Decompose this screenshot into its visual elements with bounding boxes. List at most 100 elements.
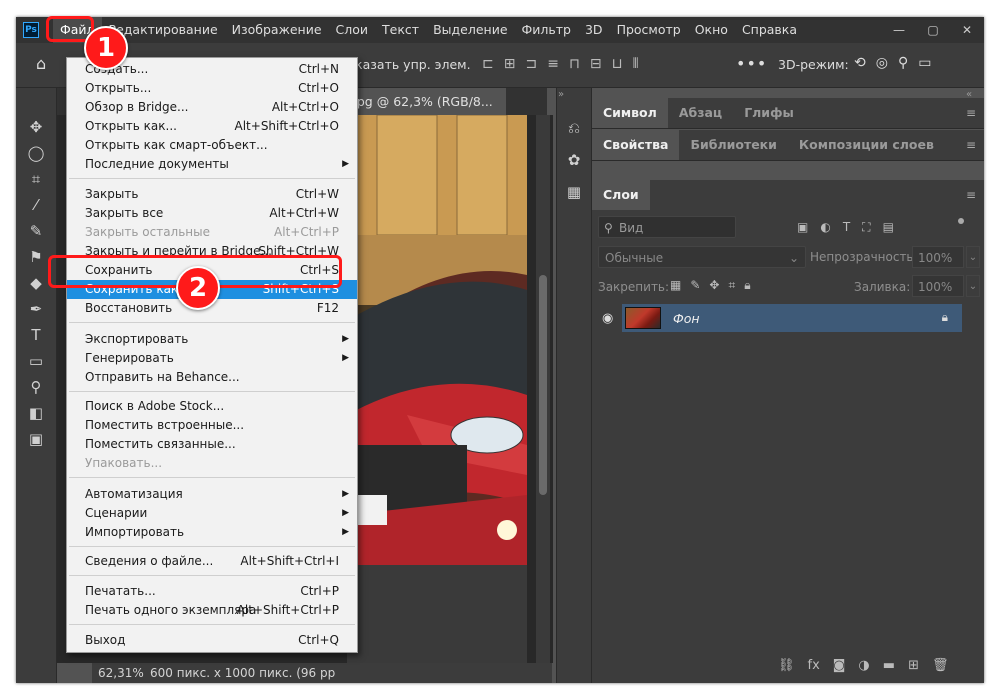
link-layers-icon[interactable]: ⛓: [778, 658, 795, 673]
pen-tool-icon[interactable]: ✒: [16, 296, 56, 322]
lasso-tool-icon[interactable]: ◯: [16, 140, 56, 166]
menu-item-print-one-copy[interactable]: Печать одного экземпляра Alt+Shift+Ctrl+P: [67, 601, 357, 620]
color-palette-icon[interactable]: ✿: [557, 144, 591, 176]
close-icon[interactable]: ✕: [950, 17, 984, 43]
quick-mask-icon[interactable]: ▣: [16, 426, 56, 452]
align-top-icon[interactable]: ⊓: [569, 56, 580, 72]
menu-item-import[interactable]: Импортировать ▶: [67, 523, 357, 542]
new-group-icon[interactable]: ▬: [883, 658, 895, 673]
menu-item-print[interactable]: Печатать... Ctrl+P: [67, 582, 357, 601]
menu-item-share-behance[interactable]: Отправить на Behance...: [67, 368, 357, 387]
move-tool-icon[interactable]: ✥: [16, 114, 56, 140]
menu-item-exit[interactable]: Выход Ctrl+Q: [67, 631, 357, 650]
delete-layer-icon[interactable]: 🗑︎: [932, 658, 949, 673]
menu-item-scripts[interactable]: Сценарии ▶: [67, 504, 357, 523]
menu-item-open-smart-object[interactable]: Открыть как смарт-объект...: [67, 136, 357, 155]
visibility-eye-icon[interactable]: ◉: [602, 311, 613, 326]
fill-field[interactable]: 100%: [912, 275, 964, 297]
menu-item-open-as[interactable]: Открыть как... Alt+Shift+Ctrl+O: [67, 117, 357, 136]
tab-libraries[interactable]: Библиотеки: [679, 130, 787, 160]
menu-item-recent[interactable]: Последние документы ▶: [67, 155, 357, 174]
zoom-tool-icon[interactable]: ⚲: [16, 374, 56, 400]
distribute-vertical-icon[interactable]: ⦀: [633, 56, 639, 72]
menu-item-place-linked[interactable]: Поместить связанные...: [67, 435, 357, 454]
more-options-icon[interactable]: •••: [736, 54, 767, 73]
distribute-icon[interactable]: ≡: [547, 56, 559, 72]
align-center-icon[interactable]: ⊞: [504, 56, 516, 72]
menu-item-place-embedded[interactable]: Поместить встроенные...: [67, 416, 357, 435]
panel-menu-icon[interactable]: ≡: [966, 138, 976, 152]
menu-view[interactable]: Просмотр: [610, 17, 688, 43]
align-right-icon[interactable]: ⊐: [525, 56, 537, 72]
minimize-icon[interactable]: —: [882, 17, 916, 43]
align-middle-icon[interactable]: ⊟: [590, 56, 602, 72]
menu-3d[interactable]: 3D: [578, 17, 610, 43]
add-mask-icon[interactable]: ◙: [833, 658, 846, 673]
menu-filter[interactable]: Фильтр: [515, 17, 578, 43]
lock-position-icon[interactable]: ✥: [709, 278, 719, 293]
panel-menu-icon[interactable]: ≡: [966, 188, 976, 202]
filter-smart-icon[interactable]: ▤: [883, 220, 894, 235]
menu-item-open[interactable]: Открыть... Ctrl+O: [67, 79, 357, 98]
opacity-field[interactable]: 100%: [912, 246, 964, 268]
filter-adjustment-icon[interactable]: ◐: [820, 220, 830, 235]
lock-all-icon[interactable]: 🔒︎: [744, 278, 750, 293]
collapse-right-panels-icon[interactable]: «: [966, 89, 972, 100]
lock-pixels-icon[interactable]: ✎: [690, 278, 700, 293]
crop-tool-icon[interactable]: ⌗: [16, 166, 56, 192]
layer-row[interactable]: Фон 🔒︎: [622, 304, 962, 332]
eyedropper-tool-icon[interactable]: ⁄: [16, 192, 56, 218]
tab-paragraph[interactable]: Абзац: [668, 98, 733, 128]
orbit-3d-icon[interactable]: ⟲: [854, 55, 866, 71]
tab-layers[interactable]: Слои: [592, 180, 650, 210]
document-tab[interactable]: o.jpg @ 62,3% (RGB/8...: [338, 88, 506, 115]
roll-3d-icon[interactable]: ◎: [876, 55, 888, 71]
color-swatch-icon[interactable]: ◧: [16, 400, 56, 426]
search-icon[interactable]: ⚲: [898, 55, 908, 71]
lock-artboard-icon[interactable]: ⌗: [728, 278, 735, 293]
menu-select[interactable]: Выделение: [426, 17, 514, 43]
blend-mode-select[interactable]: Обычные ⌄: [598, 246, 806, 268]
menu-item-automate[interactable]: Автоматизация ▶: [67, 485, 357, 504]
menu-type[interactable]: Текст: [375, 17, 426, 43]
menu-help[interactable]: Справка: [735, 17, 804, 43]
collapse-panels-icon[interactable]: »: [558, 89, 564, 100]
chevron-down-icon[interactable]: ⌄: [966, 246, 980, 268]
history-icon[interactable]: ⎌: [557, 112, 591, 144]
lock-transparency-icon[interactable]: ▦: [670, 278, 681, 293]
panel-menu-icon[interactable]: ≡: [966, 106, 976, 120]
align-left-icon[interactable]: ⊏: [482, 56, 494, 72]
canvas-vertical-scrollbar[interactable]: [536, 115, 550, 663]
tab-character[interactable]: Символ: [592, 98, 668, 128]
tab-properties[interactable]: Свойства: [592, 130, 680, 160]
fx-icon[interactable]: fx: [808, 658, 820, 673]
type-tool-icon[interactable]: T: [16, 322, 56, 348]
layer-filter-search[interactable]: ⚲ Вид: [598, 216, 736, 238]
menu-item-close-all[interactable]: Закрыть все Alt+Ctrl+W: [67, 204, 357, 223]
menu-image[interactable]: Изображение: [225, 17, 329, 43]
menu-item-close[interactable]: Закрыть Ctrl+W: [67, 185, 357, 204]
shape-tool-icon[interactable]: ▭: [16, 348, 56, 374]
swatches-grid-icon[interactable]: ▦: [557, 176, 591, 208]
new-layer-icon[interactable]: ⊞: [908, 658, 919, 673]
menu-item-file-info[interactable]: Сведения о файле... Alt+Shift+Ctrl+I: [67, 552, 357, 571]
menu-layer[interactable]: Слои: [329, 17, 376, 43]
menu-item-search-stock[interactable]: Поиск в Adobe Stock...: [67, 397, 357, 416]
adjustment-layer-icon[interactable]: ◑: [858, 658, 869, 673]
brush-tool-icon[interactable]: ✎: [16, 218, 56, 244]
align-bottom-icon[interactable]: ⊔: [612, 56, 623, 72]
tab-layer-comps[interactable]: Композиции слоев: [788, 130, 945, 160]
maximize-icon[interactable]: ▢: [916, 17, 950, 43]
menu-item-generate[interactable]: Генерировать ▶: [67, 349, 357, 368]
filter-shape-icon[interactable]: ⛶: [862, 220, 870, 235]
chevron-down-icon[interactable]: ⌄: [966, 275, 980, 297]
filter-toggle-icon[interactable]: [958, 218, 964, 224]
menu-item-export[interactable]: Экспортировать ▶: [67, 330, 357, 349]
filter-type-icon[interactable]: T: [843, 220, 850, 235]
workspace-icon[interactable]: ▭: [918, 55, 931, 71]
menu-item-browse-bridge[interactable]: Обзор в Bridge... Alt+Ctrl+O: [67, 98, 357, 117]
home-icon[interactable]: ⌂: [36, 54, 54, 73]
menu-window[interactable]: Окно: [688, 17, 735, 43]
status-zoom[interactable]: 62,31%: [92, 663, 150, 683]
filter-pixel-icon[interactable]: ▣: [797, 220, 808, 235]
